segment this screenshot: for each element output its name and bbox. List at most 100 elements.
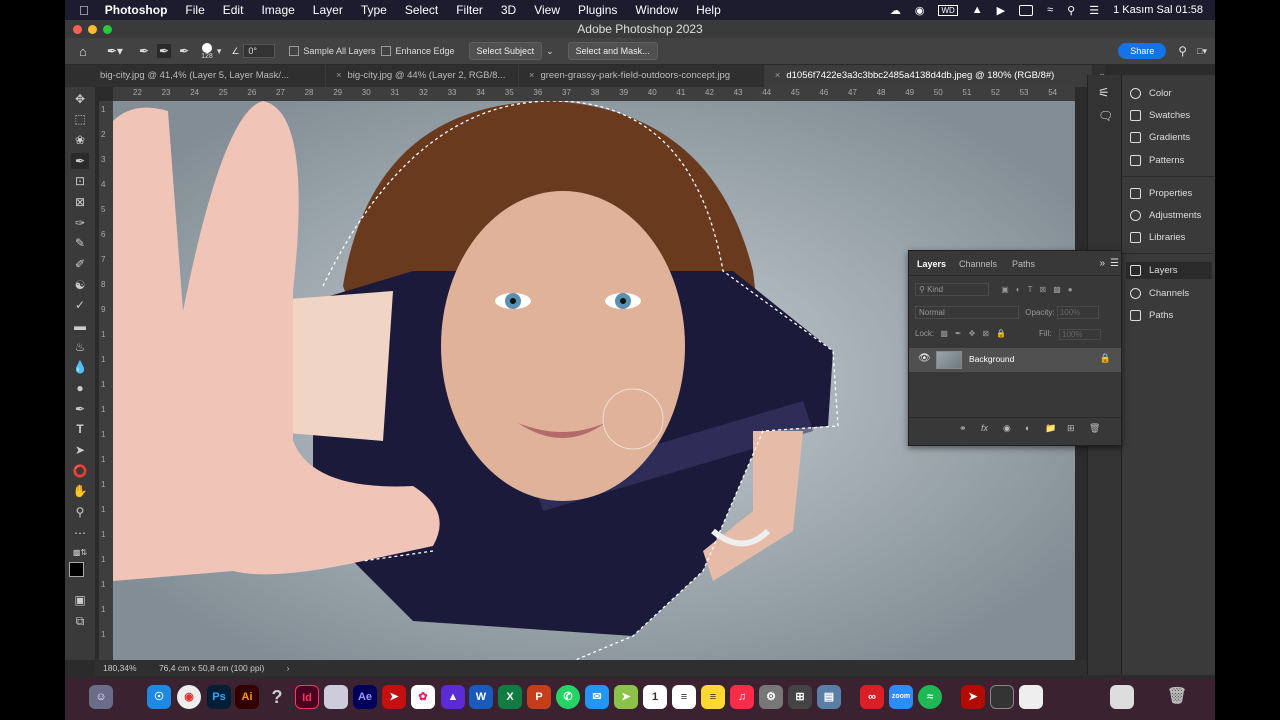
- quick-selection-preset-icon[interactable]: ✒▾: [107, 44, 123, 58]
- lock-icons[interactable]: ▩✒✥⊠🔒: [940, 329, 1013, 338]
- more-tools-icon[interactable]: ⋯: [71, 525, 89, 541]
- menu-filter[interactable]: Filter: [456, 3, 483, 17]
- workspace-icon[interactable]: □▾: [1197, 46, 1207, 57]
- eraser-tool-icon[interactable]: ▬: [71, 318, 89, 334]
- panel-libraries[interactable]: Libraries: [1130, 232, 1185, 243]
- play-icon[interactable]: ▶: [997, 4, 1005, 17]
- subtract-selection-mode-icon[interactable]: ✒: [179, 44, 189, 58]
- photos-icon[interactable]: ✿: [411, 685, 435, 709]
- panel-gradients[interactable]: Gradients: [1130, 132, 1190, 143]
- new-group-icon[interactable]: 📁: [1045, 423, 1056, 434]
- powerpoint-icon[interactable]: P: [527, 685, 551, 709]
- tab-big-city-layer5[interactable]: big-city.jpg @ 41,4% (Layer 5, Layer Mas…: [65, 65, 326, 87]
- angle-input[interactable]: 0°: [243, 44, 276, 58]
- downloads-stack-icon[interactable]: [1110, 685, 1134, 709]
- panel-channels[interactable]: Channels: [1130, 288, 1189, 299]
- filter-icons[interactable]: ▣◐T⊠▩●: [1001, 285, 1079, 294]
- whatsapp-icon[interactable]: ✆: [556, 685, 580, 709]
- minimize-window-button[interactable]: [88, 25, 97, 34]
- close-tab-icon[interactable]: ×: [336, 70, 342, 81]
- word-icon[interactable]: W: [469, 685, 493, 709]
- excel-icon[interactable]: X: [498, 685, 522, 709]
- healing-brush-tool-icon[interactable]: ✎: [71, 235, 89, 251]
- menu-app-photoshop[interactable]: Photoshop: [105, 3, 168, 17]
- panel-swatches[interactable]: Swatches: [1130, 110, 1190, 121]
- add-selection-mode-icon[interactable]: ✒: [157, 44, 172, 58]
- screen-mode-icon[interactable]: ⧉: [71, 613, 89, 629]
- collapse-panel-icon[interactable]: »: [1099, 258, 1105, 269]
- maps-icon[interactable]: ➤: [614, 685, 638, 709]
- close-tab-icon[interactable]: ×: [529, 70, 535, 81]
- fill-input[interactable]: 100%: [1059, 329, 1101, 340]
- zoom-tool-icon[interactable]: ⚲: [71, 504, 89, 520]
- history-brush-tool-icon[interactable]: ✓: [71, 297, 89, 313]
- screen-record-icon[interactable]: ◉: [915, 4, 925, 17]
- menu-type[interactable]: Type: [361, 3, 387, 17]
- paint-bucket-tool-icon[interactable]: ♨: [71, 339, 89, 355]
- calculator-icon[interactable]: ⊞: [788, 685, 812, 709]
- wifi-icon[interactable]: ≈: [1047, 4, 1053, 16]
- zoom-window-button[interactable]: [103, 25, 112, 34]
- wd-icon[interactable]: WD: [938, 4, 958, 16]
- close-tab-icon[interactable]: ×: [775, 70, 781, 81]
- path-selection-tool-icon[interactable]: ➤: [71, 442, 89, 458]
- move-tool-icon[interactable]: ✥: [71, 91, 89, 107]
- quick-mask-icon[interactable]: ▣: [71, 592, 89, 608]
- channels-tab[interactable]: Channels: [959, 259, 997, 269]
- chrome-icon[interactable]: ◉: [177, 685, 201, 709]
- calendar-icon[interactable]: 1: [643, 685, 667, 709]
- menu-plugins[interactable]: Plugins: [578, 3, 617, 17]
- new-selection-mode-icon[interactable]: ✒: [139, 44, 149, 58]
- visibility-eye-icon[interactable]: 👁: [918, 353, 931, 364]
- link-layers-icon[interactable]: ⚭: [959, 423, 967, 434]
- comments-panel-icon[interactable]: 🗨: [1098, 109, 1113, 123]
- notes-blank-icon[interactable]: [324, 685, 348, 709]
- reminders-icon[interactable]: ≡: [672, 685, 696, 709]
- creative-cloud-icon[interactable]: ∞: [860, 685, 884, 709]
- document-thumbnail-icon[interactable]: [1019, 685, 1043, 709]
- indesign-dock-icon[interactable]: Id: [295, 685, 319, 709]
- menu-image[interactable]: Image: [261, 3, 294, 17]
- status-chevron-icon[interactable]: ›: [287, 663, 290, 673]
- quick-selection-tool-icon[interactable]: ✒: [71, 153, 89, 169]
- dodge-tool-icon[interactable]: ●: [71, 380, 89, 396]
- finder-icon[interactable]: ☺: [89, 685, 113, 709]
- creative-cloud-status-icon[interactable]: ☁: [890, 4, 901, 17]
- marquee-tool-icon[interactable]: ⬚: [71, 111, 89, 127]
- panel-menu-icon[interactable]: ☰: [1110, 258, 1119, 269]
- sample-all-layers-checkbox[interactable]: Sample All Layers: [289, 46, 375, 57]
- new-layer-icon[interactable]: ⊞: [1067, 423, 1075, 434]
- control-center-icon[interactable]: ☰: [1089, 4, 1099, 17]
- apple-icon[interactable]: : [79, 3, 89, 18]
- drive-icon[interactable]: ▲: [972, 4, 983, 16]
- spotify-icon[interactable]: ≈: [918, 685, 942, 709]
- foreground-color-swatch[interactable]: [69, 562, 84, 577]
- notes-icon[interactable]: ≡: [701, 685, 725, 709]
- after-effects-dock-icon[interactable]: Ae: [353, 685, 377, 709]
- proton-icon[interactable]: ▲: [441, 685, 465, 709]
- select-and-mask-button[interactable]: Select and Mask...: [567, 42, 658, 60]
- frame-tool-icon[interactable]: ⊠: [71, 194, 89, 210]
- panel-patterns[interactable]: Patterns: [1130, 155, 1184, 166]
- trash-icon[interactable]: 🗑: [1165, 685, 1189, 709]
- zoom-icon[interactable]: zoom: [889, 685, 913, 709]
- adjustment-layer-icon[interactable]: ◐: [1025, 423, 1030, 433]
- layer-row-background[interactable]: 👁 Background 🔒: [909, 348, 1121, 372]
- sample-all-layers-box[interactable]: [289, 46, 300, 57]
- lasso-tool-icon[interactable]: ❀: [71, 132, 89, 148]
- blend-mode-dropdown[interactable]: Normal: [915, 306, 1019, 319]
- brush-size-picker[interactable]: 128: [201, 42, 213, 60]
- paths-tab[interactable]: Paths: [1012, 259, 1035, 269]
- preview-icon[interactable]: ▤: [817, 685, 841, 709]
- help-icon[interactable]: ?: [265, 685, 289, 709]
- opacity-input[interactable]: 100%: [1056, 306, 1099, 319]
- blur-tool-icon[interactable]: 💧: [71, 359, 89, 375]
- menu-3d[interactable]: 3D: [501, 3, 516, 17]
- panel-properties[interactable]: Properties: [1130, 188, 1192, 199]
- datetime[interactable]: 1 Kasım Sal 01:58: [1113, 4, 1203, 16]
- search-icon[interactable]: ⚲: [1178, 44, 1187, 58]
- panel-layers[interactable]: Layers: [1126, 262, 1212, 279]
- layer-name[interactable]: Background: [969, 354, 1014, 364]
- menu-select[interactable]: Select: [405, 3, 438, 17]
- mail-icon[interactable]: ✉: [585, 685, 609, 709]
